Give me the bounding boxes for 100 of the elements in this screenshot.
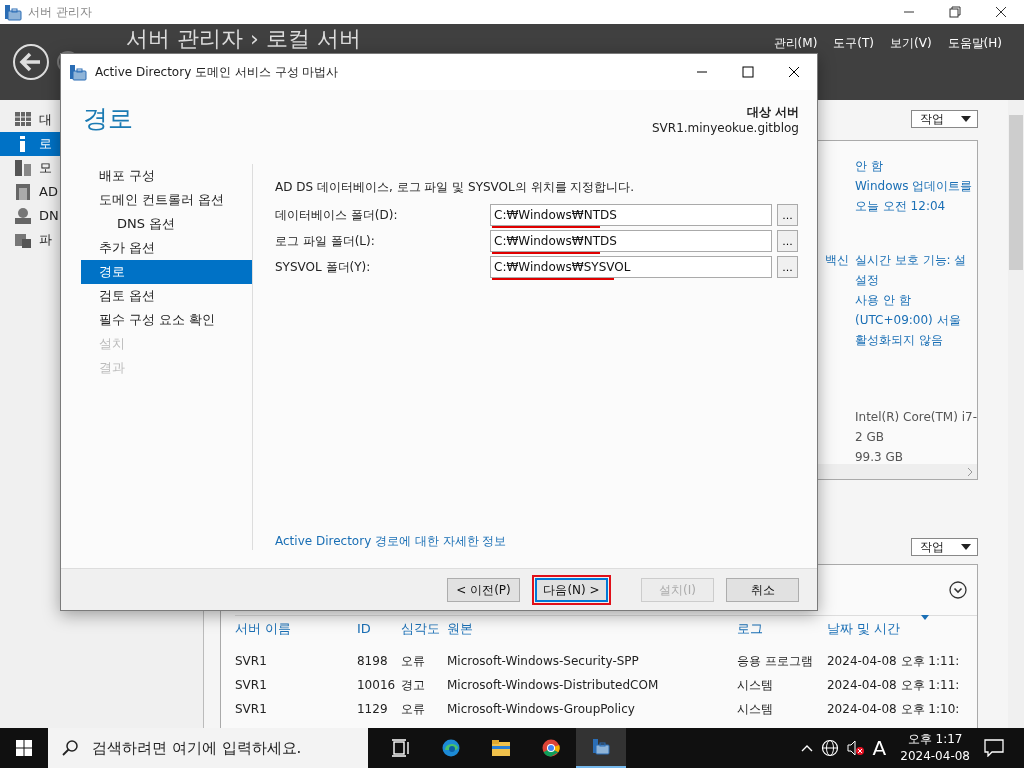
sidebar-item[interactable]: 로 [39,134,52,154]
globe-icon[interactable] [820,739,839,757]
wizard-step[interactable]: 필수 구성 요소 확인 [81,308,252,332]
browse-button[interactable]: ... [777,204,798,226]
property-link[interactable]: 활성화되지 않음 [855,331,943,349]
table-cell-text: 1129 [357,701,389,718]
expand-icon[interactable] [949,581,967,599]
menu-item[interactable]: 보기(V) [890,34,932,52]
scrollbar-thumb[interactable] [1009,115,1023,270]
table-cell-text: 응용 프로그램 [737,653,814,670]
field-label: SYSVOL 폴더(Y): [275,259,372,276]
search-field[interactable]: 검색하려면 여기에 입력하세요. [90,735,350,761]
wizard-step[interactable]: 도메인 컨트롤러 옵션 [81,188,252,212]
property-link[interactable]: (UTC+09:00) 서울 [855,311,961,329]
menu-item[interactable]: 도구(T) [833,34,875,52]
path-field[interactable]: C:₩Windows₩SYSVOL [490,256,772,278]
table-cell-text: 2024-04-08 오후 1:11: [827,653,961,670]
search-box[interactable]: 검색하려면 여기에 입력하세요. [48,728,368,768]
property-label: 백신 [825,253,849,267]
dashboard-icon [15,112,31,128]
page-title: 서버 관리자 › 로컬 서버 [126,27,361,51]
server-name: SVR1.minyeokue.gitblog [651,120,799,137]
wizard-step[interactable]: 배포 구성 [81,164,252,188]
column-header[interactable]: 서버 이름 [235,618,357,639]
window-title: 서버 관리자 [28,4,92,21]
browse-button[interactable]: ... [777,256,798,278]
clock[interactable]: 오후 1:17 2024-04-08 [894,731,976,765]
column-header[interactable]: 날짜 및 시간 [827,618,967,639]
path-field[interactable]: C:₩Windows₩NTDS [490,230,772,252]
property-link[interactable]: Windows 업데이트를 [855,177,973,195]
menu-item[interactable]: 관리(M) [773,34,818,52]
folder-icon[interactable] [492,739,510,757]
column-header[interactable]: ID [357,618,401,639]
table-cell-text: 2024-04-08 오후 1:10: [827,701,961,718]
sidebar-item[interactable]: 모 [39,158,52,178]
wizard-button[interactable]: < 이전(P) [447,577,520,602]
column-header[interactable]: 로그 [737,618,827,639]
wizard-button[interactable]: 다음(N) > [535,577,608,602]
task-view-icon[interactable] [392,739,410,757]
sort-icon [921,614,929,620]
vertical-scrollbar[interactable] [1008,100,1024,728]
table-cell-text: SVR1 [235,653,268,670]
wizard-step[interactable]: DNS 옵션 [81,212,252,236]
column-header[interactable]: 심각도 [401,618,447,639]
app-icon [4,3,22,21]
property-value: 99.3 GB [855,449,904,466]
sidebar-item[interactable]: 파 [39,230,52,250]
server-globe-icon [15,208,31,224]
back-icon[interactable] [12,43,50,81]
notification-icon[interactable] [984,739,1004,757]
property-value: 2 GB [855,429,884,446]
wizard-step[interactable]: 추가 옵션 [81,236,252,260]
dialog-title: Active Directory 도메인 서비스 구성 마법사 [95,64,339,81]
chevron-up-icon[interactable] [800,744,813,752]
toolbox-icon[interactable] [592,738,610,756]
property-link[interactable]: 오늘 오전 12:04 [855,197,946,215]
sidebar-item[interactable]: AD [39,182,58,202]
column-header[interactable]: 원본 [447,618,737,639]
app-icon [69,63,87,81]
browse-button[interactable]: ... [777,230,798,252]
table-cell-text: Microsoft-Windows-Security-SPP [447,653,640,670]
table-cell-text: Microsoft-Windows-GroupPolicy [447,701,636,718]
target-label: 대상 서버 [745,104,799,121]
table-cell-text: 2024-04-08 오후 1:11: [827,677,961,694]
path-field[interactable]: C:₩Windows₩NTDS [490,204,772,226]
servers-icon [15,160,31,176]
tasks-dropdown[interactable]: 작업 [911,538,978,556]
chrome-icon[interactable] [542,739,560,757]
table-cell-text: Microsoft-Windows-DistributedCOM [447,677,660,694]
sidebar-item[interactable]: DN [39,206,59,226]
table-cell-text: 시스템 [737,701,774,718]
browser-icon[interactable] [442,739,460,757]
windows-logo-icon[interactable] [16,740,32,756]
field-label: 로그 파일 폴더(L): [275,233,376,250]
sidebar-item[interactable]: 대 [39,110,52,130]
table-cell-text: 시스템 [737,677,774,694]
property-link[interactable]: 사용 안 함 [855,291,911,309]
search-icon [62,740,78,756]
wizard-button[interactable]: 취소 [726,577,799,602]
help-link[interactable]: Active Directory 경로에 대한 자세한 정보 [275,532,507,550]
input-method-indicator[interactable]: A [872,733,887,763]
property-link[interactable]: 안 함 [855,157,883,175]
building-icon [15,184,31,200]
tasks-dropdown[interactable]: 작업 [911,110,978,128]
wizard-step[interactable]: 경로 [81,260,252,284]
property-link[interactable]: 설정 [855,271,879,289]
table-cell-text: 경고 [401,677,426,694]
wizard-step[interactable]: 검토 옵션 [81,284,252,308]
property-link[interactable]: 실시간 보호 기능: 설 [855,251,967,269]
instruction-text: AD DS 데이터베이스, 로그 파일 및 SYSVOL의 위치를 지정합니다. [275,179,636,196]
menu-item[interactable]: 도움말(H) [947,34,1002,52]
table-cell-text: SVR1 [235,677,268,694]
dropdown-arrow-icon [961,544,971,550]
folder-icon [15,232,31,248]
speaker-muted-icon[interactable] [846,740,865,756]
wizard-page-title: 경로 [83,104,133,135]
dropdown-arrow-icon [961,116,971,122]
table-cell-text: 오류 [401,653,426,670]
property-value: Intel(R) Core(TM) i7- [855,409,977,426]
wizard-step: 결과 [81,356,252,380]
